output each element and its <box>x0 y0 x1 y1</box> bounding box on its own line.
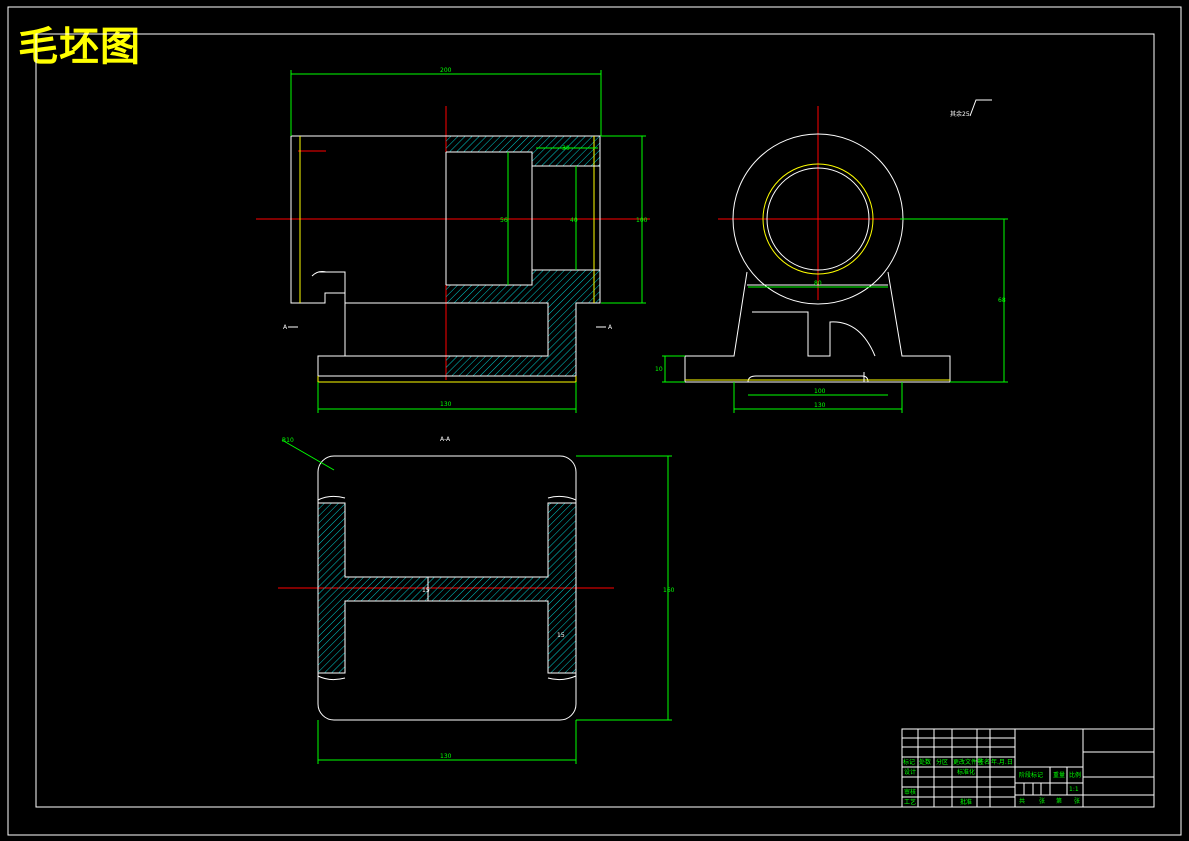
dim-center-height: 68 <box>998 297 1006 304</box>
roughness-value: 25 <box>962 111 970 118</box>
tb-review: 审核 <box>904 788 916 796</box>
dim-width-bottom: 130 <box>814 402 826 409</box>
section-mark-right: A <box>608 324 613 331</box>
section-dim-width: 130 <box>440 753 452 760</box>
dim-width-mid: 100 <box>814 388 826 395</box>
drawing-canvas: 200 100 56 40 30 130 A A 其余 25 68 10 80 … <box>7 6 1182 836</box>
dim-base: 130 <box>440 401 452 408</box>
tb-sheet2: 张 <box>1074 797 1080 805</box>
dim-inner: 40 <box>570 217 578 224</box>
title-block <box>901 728 1155 808</box>
section-dim-rib: 15 <box>557 632 565 639</box>
section-dim-radius: R10 <box>282 437 294 444</box>
tb-standard: 标准化 <box>957 768 975 776</box>
tb-approve: 批准 <box>960 798 972 806</box>
side-view <box>662 99 1008 413</box>
dim-base-height: 10 <box>655 366 663 373</box>
dim-small: 30 <box>562 145 570 152</box>
tb-total: 共 <box>1019 797 1025 805</box>
tb-count: 处数 <box>919 758 931 766</box>
tb-signature: 签名 <box>978 758 990 766</box>
section-mark-left: A <box>283 324 288 331</box>
tb-sheet1: 张 <box>1039 797 1045 805</box>
roughness-note: 其余 <box>950 110 962 118</box>
tb-mark: 标记 <box>903 758 915 766</box>
section-dim-height: 160 <box>663 587 675 594</box>
tb-page: 第 <box>1056 797 1062 805</box>
tb-design: 设计 <box>904 768 916 776</box>
outer-frame <box>7 6 1182 836</box>
tb-process: 工艺 <box>904 798 916 806</box>
tb-zone: 分区 <box>936 758 948 766</box>
tb-stage: 阶段标记 <box>1019 771 1043 779</box>
section-label: A-A <box>440 436 451 443</box>
section-view <box>278 439 672 764</box>
front-view <box>256 70 650 413</box>
tb-ratio: 比例 <box>1069 771 1081 779</box>
dim-width-upper: 80 <box>814 280 822 287</box>
dim-height: 100 <box>636 217 648 224</box>
dim-overall-width: 200 <box>440 67 452 74</box>
tb-date: 年.月.日 <box>991 758 1013 766</box>
dim-bore: 56 <box>500 217 508 224</box>
tb-scale: 1:1 <box>1069 786 1079 793</box>
section-dim-web: 15 <box>422 587 430 594</box>
tb-weight: 重量 <box>1053 771 1065 779</box>
